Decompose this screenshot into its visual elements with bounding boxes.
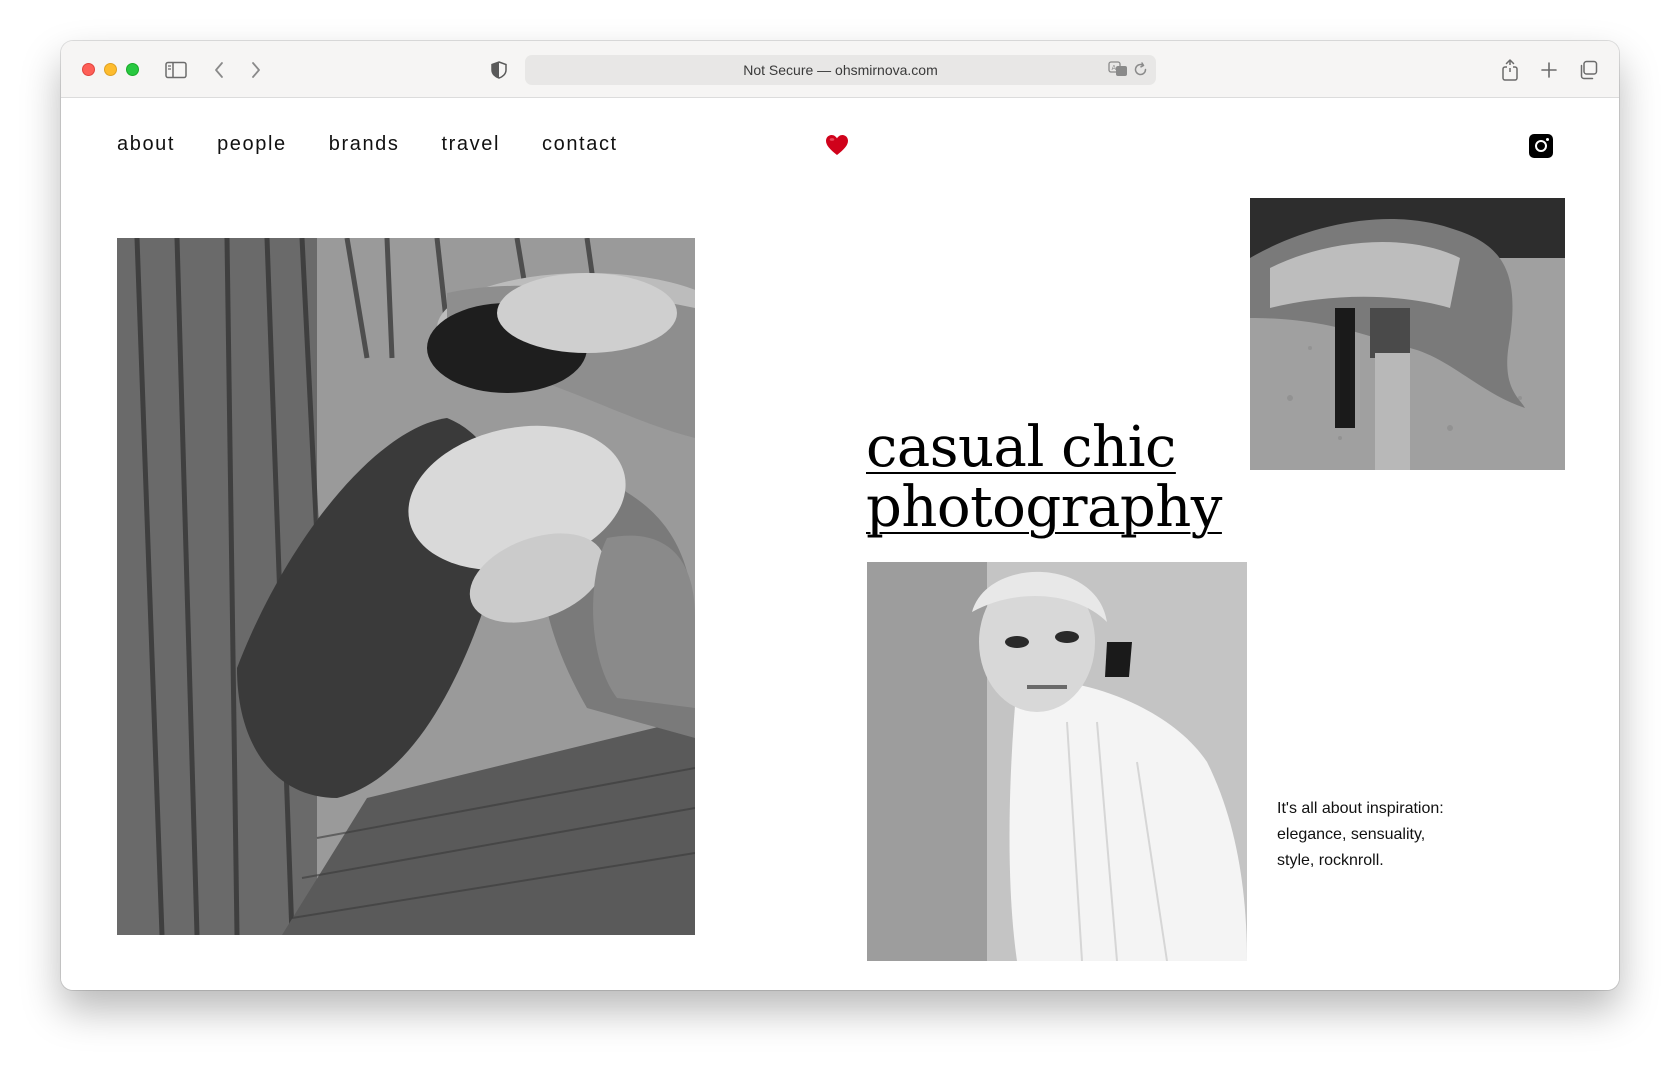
zoom-window-button[interactable] <box>126 63 139 76</box>
browser-window: Not Secure — ohsmirnova.com A about peop… <box>61 41 1619 990</box>
address-bar[interactable]: Not Secure — ohsmirnova.com A <box>525 55 1156 85</box>
sidebar-toggle-icon[interactable] <box>163 57 189 83</box>
share-icon[interactable] <box>1497 57 1523 83</box>
main-nav: about people brands travel contact <box>117 133 660 156</box>
translate-icon[interactable]: A <box>1108 61 1128 82</box>
instagram-icon[interactable] <box>1529 134 1553 158</box>
forward-arrow-icon[interactable] <box>243 57 269 83</box>
web-page: about people brands travel contact casua… <box>61 98 1619 990</box>
headline-line-1[interactable]: casual chic <box>866 418 1222 478</box>
photo-portrait-white-shirt[interactable] <box>867 562 1247 961</box>
url-text[interactable]: Not Secure — ohsmirnova.com <box>525 55 1156 85</box>
tagline-text: It's all about inspiration: elegance, se… <box>1277 800 1444 869</box>
heart-icon[interactable] <box>825 134 849 161</box>
tab-overview-icon[interactable] <box>1575 57 1601 83</box>
reload-icon[interactable] <box>1133 62 1148 82</box>
privacy-shield-icon[interactable] <box>486 57 512 83</box>
headline-link[interactable]: casual chic photography <box>866 418 1222 538</box>
photo-scarf-walk[interactable] <box>1250 198 1565 470</box>
new-tab-plus-icon[interactable] <box>1536 57 1562 83</box>
headline-line-2[interactable]: photography <box>866 478 1222 538</box>
nav-link-brands[interactable]: brands <box>329 133 400 156</box>
hero-photo-couple[interactable] <box>117 238 695 935</box>
svg-text:A: A <box>1112 64 1117 72</box>
nav-link-about[interactable]: about <box>117 133 175 156</box>
nav-link-people[interactable]: people <box>217 133 287 156</box>
nav-link-contact[interactable]: contact <box>542 133 618 156</box>
back-arrow-icon[interactable] <box>206 57 232 83</box>
close-window-button[interactable] <box>82 63 95 76</box>
browser-toolbar: Not Secure — ohsmirnova.com A <box>61 41 1619 98</box>
nav-link-travel[interactable]: travel <box>442 133 501 156</box>
minimize-window-button[interactable] <box>104 63 117 76</box>
